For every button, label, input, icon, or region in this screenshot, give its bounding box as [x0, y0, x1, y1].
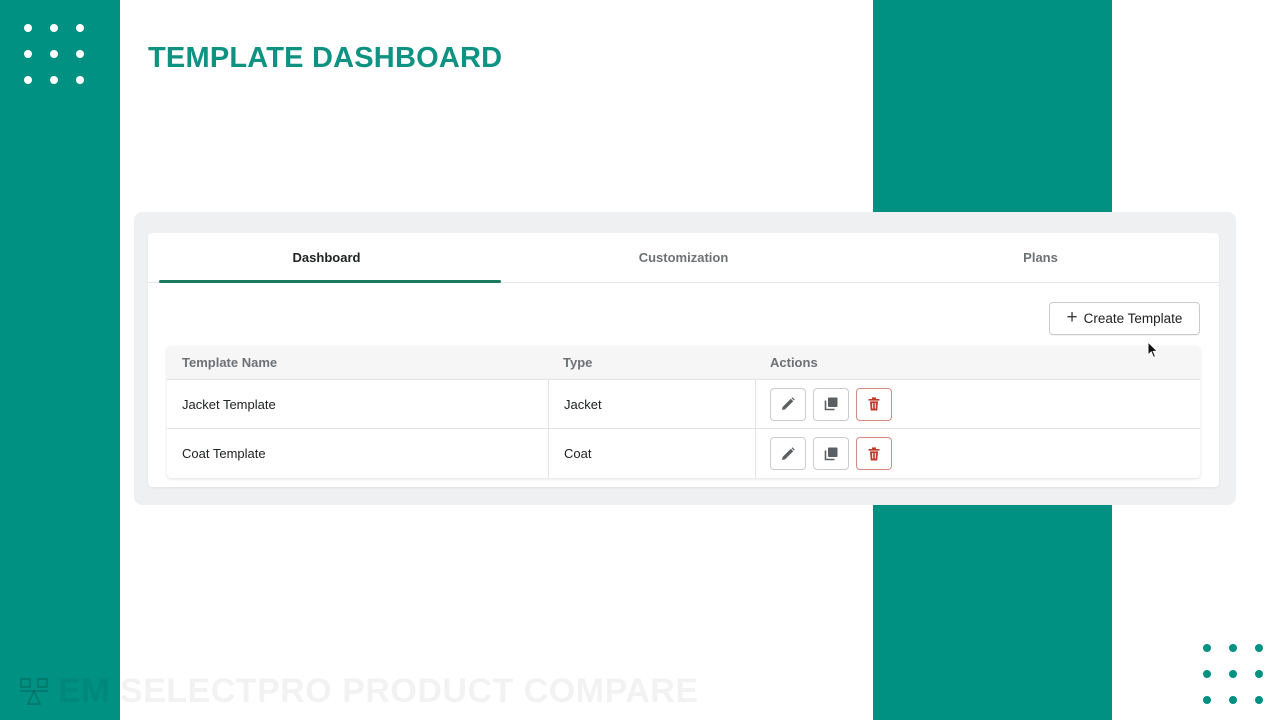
delete-button[interactable]: [856, 387, 892, 421]
row-actions: [755, 429, 1200, 478]
edit-icon: [782, 397, 795, 410]
tab-customization[interactable]: Customization: [505, 233, 862, 282]
table-header: Template Name Type Actions: [167, 346, 1200, 380]
tab-bar: Dashboard Customization Plans: [148, 233, 1219, 283]
templates-table: Template Name Type Actions Jacket Templa…: [167, 346, 1200, 478]
mouse-cursor-icon: [1147, 341, 1159, 359]
dot-grid-icon: [24, 24, 84, 84]
watermark-text: EM SELECTPRO PRODUCT COMPARE: [58, 672, 699, 710]
left-decor-band: [0, 0, 120, 720]
tab-dashboard[interactable]: Dashboard: [148, 233, 505, 283]
watermark: EM SELECTPRO PRODUCT COMPARE: [18, 672, 699, 711]
plus-icon: +: [1066, 307, 1078, 328]
template-name: Coat Template: [182, 446, 266, 461]
table-row: Coat Template Coat: [167, 429, 1200, 478]
dot-grid-icon: [1203, 644, 1263, 704]
template-type: Jacket: [548, 380, 755, 428]
delete-icon: [868, 397, 880, 411]
column-header-name: Template Name: [182, 355, 278, 370]
row-actions: [755, 380, 1200, 428]
duplicate-button[interactable]: [813, 437, 849, 470]
delete-button[interactable]: [856, 437, 892, 470]
create-template-label: Create Template: [1083, 311, 1183, 326]
template-type: Coat: [548, 429, 755, 478]
column-header-type: Type: [563, 355, 593, 370]
tab-plans[interactable]: Plans: [862, 233, 1219, 282]
edit-button[interactable]: [770, 387, 806, 421]
logo-icon: [20, 677, 48, 705]
template-name: Jacket Template: [182, 396, 276, 412]
delete-icon: [868, 446, 880, 460]
edit-icon: [782, 446, 795, 460]
duplicate-button[interactable]: [813, 387, 849, 421]
column-header-actions: Actions: [770, 355, 818, 370]
dashboard-card: Dashboard Customization Plans + Create T…: [148, 233, 1219, 487]
page-title: TEMPLATE DASHBOARD: [148, 42, 503, 74]
table-row: Jacket Template Jacket: [167, 380, 1200, 429]
edit-button[interactable]: [770, 437, 806, 470]
duplicate-icon: [824, 447, 838, 460]
create-template-button[interactable]: + Create Template: [1049, 302, 1200, 335]
duplicate-icon: [824, 397, 838, 411]
